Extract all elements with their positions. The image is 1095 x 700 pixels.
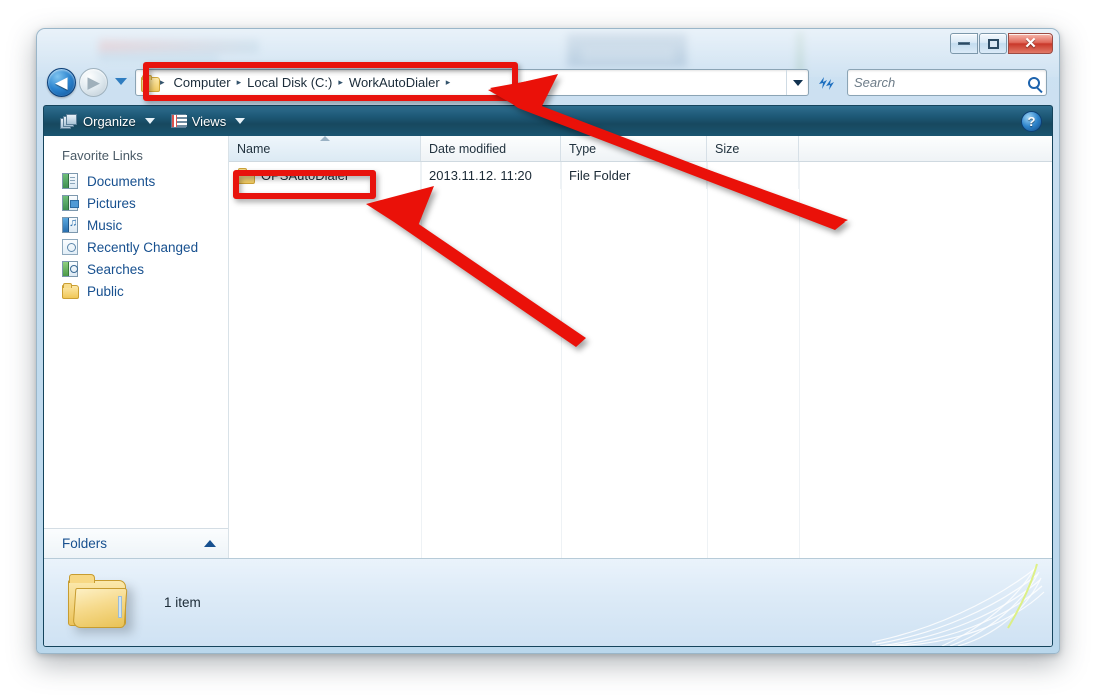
file-rows: OPSAutoDialer 2013.11.12. 11:20 File Fol… bbox=[229, 162, 1052, 558]
folders-section-toggle[interactable]: Folders bbox=[44, 528, 228, 558]
breadcrumb: Computer ▸ Local Disk (C:) ▸ WorkAutoDia… bbox=[166, 70, 452, 95]
address-dropdown-button[interactable] bbox=[786, 70, 808, 95]
folder-icon bbox=[141, 75, 160, 92]
chevron-down-icon bbox=[144, 118, 155, 124]
folder-tab bbox=[69, 573, 95, 583]
sidebar-item-label: Documents bbox=[87, 173, 156, 189]
grid-line bbox=[561, 162, 562, 558]
folder-icon bbox=[237, 168, 255, 184]
decorative-swoosh bbox=[871, 563, 1045, 646]
sidebar-item-label: Searches bbox=[87, 261, 145, 277]
column-header-date-modified[interactable]: Date modified bbox=[421, 136, 561, 161]
help-button[interactable]: ? bbox=[1021, 111, 1042, 132]
close-icon: ✕ bbox=[1024, 35, 1037, 52]
sidebar-item-documents[interactable]: Documents bbox=[44, 170, 228, 192]
column-header-spacer bbox=[799, 136, 1052, 161]
file-size-cell bbox=[707, 162, 799, 189]
documents-icon bbox=[62, 173, 78, 189]
refresh-icon bbox=[819, 76, 834, 90]
chevron-down-icon bbox=[792, 79, 803, 86]
explorer-window: ✕ ◀ ▶ ▸ Computer ▸ Local Disk (C:) ▸ Wor… bbox=[36, 28, 1060, 654]
search-input[interactable]: Search bbox=[854, 75, 1028, 90]
command-toolbar: Organize Views ? bbox=[43, 105, 1053, 136]
title-bar: ✕ bbox=[37, 29, 1059, 63]
breadcrumb-item-computer[interactable]: Computer bbox=[169, 75, 236, 90]
file-name: OPSAutoDialer bbox=[261, 168, 350, 183]
breadcrumb-item-workautodialer[interactable]: WorkAutoDialer bbox=[344, 75, 445, 90]
views-icon bbox=[170, 114, 187, 128]
minimize-icon bbox=[958, 42, 970, 45]
column-header-label: Name bbox=[237, 141, 271, 156]
screenshot-root: ✕ ◀ ▶ ▸ Computer ▸ Local Disk (C:) ▸ Wor… bbox=[0, 0, 1095, 700]
history-dropdown-icon[interactable] bbox=[115, 78, 127, 85]
public-folder-icon bbox=[62, 283, 79, 299]
table-row[interactable]: OPSAutoDialer 2013.11.12. 11:20 File Fol… bbox=[229, 162, 1052, 189]
navigation-bar: ◀ ▶ ▸ Computer ▸ Local Disk (C:) ▸ WorkA… bbox=[37, 63, 1059, 103]
item-count-label: 1 item bbox=[164, 595, 201, 610]
grid-line bbox=[707, 162, 708, 558]
sidebar-item-pictures[interactable]: Pictures bbox=[44, 192, 228, 214]
organize-icon bbox=[60, 113, 77, 129]
forward-arrow-icon: ▶ bbox=[87, 74, 100, 91]
grid-line bbox=[421, 162, 422, 558]
sort-ascending-icon bbox=[319, 136, 330, 141]
sidebar-item-searches[interactable]: Searches bbox=[44, 258, 228, 280]
panes: Favorite Links Documents Pictures Music bbox=[44, 136, 1052, 558]
large-folder-icon bbox=[66, 573, 132, 632]
column-header-label: Date modified bbox=[429, 141, 507, 156]
grid-line bbox=[799, 162, 800, 558]
file-type-cell: File Folder bbox=[561, 162, 707, 189]
column-header-name[interactable]: Name bbox=[229, 136, 421, 161]
chevron-up-icon bbox=[204, 540, 216, 547]
folder-spine bbox=[118, 595, 122, 618]
maximize-button[interactable] bbox=[979, 33, 1007, 54]
forward-button[interactable]: ▶ bbox=[79, 68, 108, 97]
searches-icon bbox=[62, 261, 78, 277]
maximize-icon bbox=[987, 38, 999, 49]
column-header-label: Size bbox=[715, 141, 740, 156]
file-name-cell[interactable]: OPSAutoDialer bbox=[229, 162, 421, 189]
window-content: Favorite Links Documents Pictures Music bbox=[43, 136, 1053, 647]
organize-button[interactable]: Organize bbox=[52, 111, 163, 132]
refresh-button[interactable] bbox=[813, 71, 839, 94]
views-label: Views bbox=[191, 113, 227, 129]
file-list-pane: Name Date modified Type Size OPSAutoDial… bbox=[229, 136, 1052, 558]
sidebar-item-label: Pictures bbox=[87, 195, 136, 211]
sidebar-item-label: Public bbox=[87, 283, 124, 299]
column-headers: Name Date modified Type Size bbox=[229, 136, 1052, 162]
views-button[interactable]: Views bbox=[163, 111, 253, 132]
column-header-size[interactable]: Size bbox=[707, 136, 799, 161]
sidebar-item-label: Music bbox=[87, 217, 123, 233]
column-header-type[interactable]: Type bbox=[561, 136, 707, 161]
sidebar-item-label: Recently Changed bbox=[87, 239, 199, 255]
favorite-links-section: Favorite Links Documents Pictures Music bbox=[44, 136, 228, 528]
details-pane: 1 item bbox=[44, 558, 1052, 646]
column-header-label: Type bbox=[569, 141, 597, 156]
search-icon bbox=[1028, 76, 1040, 89]
back-button[interactable]: ◀ bbox=[47, 68, 76, 97]
minimize-button[interactable] bbox=[950, 33, 978, 54]
chevron-down-icon bbox=[235, 118, 246, 124]
breadcrumb-separator: ▸ bbox=[445, 77, 451, 87]
file-row-spacer bbox=[799, 162, 1052, 189]
file-date-cell: 2013.11.12. 11:20 bbox=[421, 162, 561, 189]
folders-label: Folders bbox=[62, 536, 108, 551]
navigation-pane: Favorite Links Documents Pictures Music bbox=[44, 136, 229, 558]
address-bar[interactable]: ▸ Computer ▸ Local Disk (C:) ▸ WorkAutoD… bbox=[135, 69, 809, 96]
sidebar-item-music[interactable]: Music bbox=[44, 214, 228, 236]
close-button[interactable]: ✕ bbox=[1008, 33, 1053, 54]
window-controls: ✕ bbox=[950, 33, 1053, 54]
breadcrumb-item-local-disk[interactable]: Local Disk (C:) bbox=[242, 75, 337, 90]
help-icon: ? bbox=[1027, 114, 1036, 129]
favorite-links-title: Favorite Links bbox=[62, 148, 143, 163]
sidebar-item-public[interactable]: Public bbox=[44, 280, 228, 302]
search-box[interactable]: Search bbox=[847, 69, 1047, 96]
organize-label: Organize bbox=[83, 113, 136, 129]
recently-changed-icon bbox=[62, 239, 78, 255]
sidebar-item-recently-changed[interactable]: Recently Changed bbox=[44, 236, 228, 258]
pictures-icon bbox=[62, 195, 79, 211]
back-arrow-icon: ◀ bbox=[55, 74, 68, 91]
music-icon bbox=[62, 217, 78, 233]
